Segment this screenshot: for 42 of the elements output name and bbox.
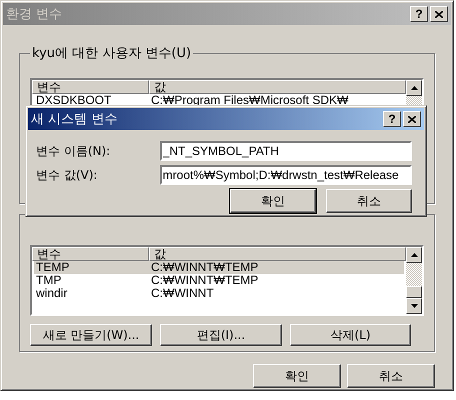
field-label: 변수 이름(N): — [36, 142, 112, 160]
up-arrow-icon — [410, 253, 418, 257]
close-icon — [408, 116, 416, 122]
variable-name: DXSDKBOOT — [35, 94, 112, 107]
window-title: 새 시스템 변수 — [31, 111, 118, 128]
up-arrow-icon — [410, 86, 418, 90]
group-label: kyu에 대한 사용자 변수(U) — [31, 45, 192, 62]
ok-button[interactable]: 확인 — [230, 189, 316, 213]
variable-list[interactable]: 변수 값 TEMP C:₩WINNT₩TEMP TMP C:₩WINNT₩TEMP windir C:₩WINNT — [30, 245, 424, 316]
variable-name: TEMP — [35, 261, 70, 274]
input-field[interactable]: mroot%₩Symbol;D:₩drwstn_test₩Release — [160, 165, 412, 185]
ok-button[interactable]: 확인 — [253, 364, 341, 388]
variable-value: C:₩Program Files₩Microsoft SDK₩ — [150, 94, 350, 107]
variable-value: C:₩WINNT — [150, 287, 215, 300]
variable-name: TMP — [35, 274, 62, 287]
input-field[interactable]: _NT_SYMBOL_PATH — [160, 141, 412, 161]
column-header[interactable]: 값 — [149, 80, 406, 94]
scroll-up-button[interactable] — [406, 80, 422, 96]
list-action-button[interactable]: 삭제(L) — [290, 324, 411, 346]
close-button[interactable] — [430, 6, 448, 22]
close-button[interactable] — [403, 111, 421, 127]
column-header[interactable]: 변수 — [32, 80, 149, 94]
column-header[interactable]: 변수 — [32, 247, 149, 261]
scrollbar[interactable] — [406, 247, 422, 314]
scroll-down-button[interactable] — [406, 298, 422, 314]
close-icon — [435, 10, 443, 18]
field-label: 변수 값(V): — [36, 166, 98, 184]
window-title: 환경 변수 — [6, 6, 62, 23]
variable-value: C:₩WINNT₩TEMP — [150, 261, 260, 274]
list-row[interactable]: TEMP C:₩WINNT₩TEMP — [34, 261, 404, 274]
help-button[interactable]: ? — [383, 111, 401, 127]
variable-value: C:₩WINNT₩TEMP — [150, 274, 260, 287]
scroll-thumb[interactable] — [406, 286, 422, 298]
cancel-button[interactable]: 취소 — [326, 189, 412, 213]
list-action-button[interactable]: 편집(I)... — [160, 324, 282, 346]
list-action-button[interactable]: 새로 만들기(W)... — [30, 324, 152, 346]
cancel-button[interactable]: 취소 — [347, 364, 435, 388]
column-header[interactable]: 값 — [149, 247, 406, 261]
variable-name: windir — [35, 287, 68, 300]
help-button[interactable]: ? — [410, 6, 428, 22]
down-arrow-icon — [410, 304, 418, 308]
scroll-up-button[interactable] — [406, 247, 422, 263]
